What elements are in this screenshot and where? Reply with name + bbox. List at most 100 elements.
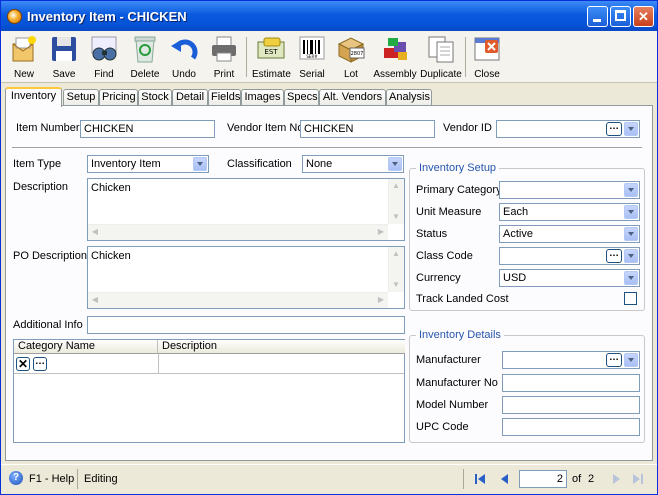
primary-category-combo[interactable] [499, 181, 640, 199]
status-combo[interactable]: Active [499, 225, 640, 243]
item-type-dropdown-icon[interactable] [193, 157, 207, 171]
estimate-icon: EST [256, 34, 286, 64]
table-row[interactable]: ✕ … [14, 354, 404, 374]
of-label: of [572, 473, 582, 485]
duplicate-icon [426, 34, 456, 64]
scroll-left-icon[interactable]: ◀ [88, 225, 102, 239]
new-icon [9, 34, 39, 64]
new-button[interactable]: New [7, 33, 41, 81]
manufacturer-no-input[interactable] [502, 374, 640, 392]
find-button[interactable]: Find [87, 33, 121, 81]
toolbar: New Save Find Delete Undo Print EST Esti… [1, 31, 657, 83]
vendor-item-no-label: Vendor Item No [227, 122, 304, 134]
currency-combo[interactable]: USD [499, 269, 640, 287]
scroll-down-icon[interactable]: ▼ [389, 278, 403, 292]
save-button[interactable]: Save [47, 33, 81, 81]
manufacturer-label: Manufacturer [416, 354, 481, 366]
last-page-icon[interactable] [631, 472, 645, 486]
class-code-dropdown-icon[interactable] [624, 249, 638, 263]
close-window-button[interactable]: ✕ [633, 6, 654, 27]
po-description-hscroll[interactable]: ◀ ▶ [88, 292, 388, 308]
classification-combo[interactable]: None [302, 155, 404, 173]
manufacturer-lookup-button[interactable]: … [606, 353, 622, 367]
class-code-lookup-button[interactable]: … [606, 249, 622, 263]
additional-info-input[interactable] [87, 316, 405, 334]
scroll-right-icon[interactable]: ▶ [374, 225, 388, 239]
currency-dropdown-icon[interactable] [624, 271, 638, 285]
first-page-icon[interactable] [473, 472, 487, 486]
recycle-bin-icon [130, 34, 160, 64]
item-number-input[interactable]: CHICKEN [80, 120, 215, 138]
tab-specs[interactable]: Specs [284, 89, 319, 106]
tab-fields[interactable]: Fields [208, 89, 241, 106]
unit-measure-dropdown-icon[interactable] [624, 205, 638, 219]
scroll-down-icon[interactable]: ▼ [389, 210, 403, 224]
description-textarea[interactable]: Chicken ▲ ▼ ◀ ▶ [87, 178, 405, 241]
status-label: Status [416, 228, 448, 240]
tab-detail[interactable]: Detail [172, 89, 208, 106]
estimate-button[interactable]: EST Estimate [252, 33, 291, 81]
class-code-combo[interactable]: … [499, 247, 640, 265]
description-hscroll[interactable]: ◀ ▶ [88, 224, 388, 240]
manufacturer-combo[interactable]: … [502, 351, 640, 369]
print-button[interactable]: Print [207, 33, 241, 81]
tab-stock[interactable]: Stock [138, 89, 172, 106]
close-button[interactable]: Close [470, 33, 504, 81]
app-window: Inventory Item - CHICKEN ✕ New Save Find… [0, 0, 658, 495]
class-code-label: Class Code [416, 250, 473, 262]
serial-button[interactable]: SER# Serial [295, 33, 329, 81]
help-hint[interactable]: F1 - Help [29, 473, 74, 485]
scroll-right-icon[interactable]: ▶ [374, 293, 388, 307]
primary-category-dropdown-icon[interactable] [624, 183, 638, 197]
manufacturer-dropdown-icon[interactable] [624, 353, 638, 367]
vendor-id-lookup-button[interactable]: … [606, 122, 622, 136]
help-icon[interactable]: ? [9, 471, 23, 485]
tab-analysis[interactable]: Analysis [386, 89, 432, 106]
tab-inventory[interactable]: Inventory [5, 87, 62, 107]
barcode-icon: SER# [297, 34, 327, 64]
lot-box-icon: 2807 [336, 34, 366, 64]
page-number-input[interactable]: 2 [519, 470, 567, 488]
vendor-id-combo[interactable]: … [496, 120, 640, 138]
tab-pricing[interactable]: Pricing [99, 89, 138, 106]
upc-code-label: UPC Code [416, 421, 469, 433]
assembly-button[interactable]: Assembly [373, 33, 417, 81]
scroll-left-icon[interactable]: ◀ [88, 293, 102, 307]
minimize-button[interactable] [587, 6, 608, 27]
category-lookup-button[interactable]: … [33, 357, 47, 371]
lot-button[interactable]: 2807 Lot [334, 33, 368, 81]
item-type-combo[interactable]: Inventory Item [87, 155, 209, 173]
description-vscroll[interactable]: ▲ ▼ [388, 179, 404, 224]
upc-code-input[interactable] [502, 418, 640, 436]
toolbar-separator [246, 37, 247, 77]
classification-dropdown-icon[interactable] [388, 157, 402, 171]
maximize-button[interactable] [610, 6, 631, 27]
description-column-header[interactable]: Description [158, 340, 405, 354]
undo-button[interactable]: Undo [167, 33, 201, 81]
po-description-vscroll[interactable]: ▲ ▼ [388, 247, 404, 292]
scroll-up-icon[interactable]: ▲ [389, 179, 403, 193]
duplicate-button[interactable]: Duplicate [420, 33, 462, 81]
vendor-id-dropdown-icon[interactable] [624, 122, 638, 136]
category-grid[interactable]: Category Name Description ✕ … [13, 339, 405, 443]
tab-alt-vendors[interactable]: Alt. Vendors [319, 89, 386, 106]
track-landed-cost-checkbox[interactable] [624, 292, 637, 305]
status-separator [463, 469, 464, 489]
unit-measure-combo[interactable]: Each [499, 203, 640, 221]
currency-label: Currency [416, 272, 461, 284]
svg-text:SER#: SER# [306, 54, 318, 59]
svg-text:2807: 2807 [351, 51, 364, 57]
previous-page-icon[interactable] [497, 472, 511, 486]
scroll-up-icon[interactable]: ▲ [389, 247, 403, 261]
next-page-icon[interactable] [610, 472, 624, 486]
delete-button[interactable]: Delete [128, 33, 162, 81]
po-description-textarea[interactable]: Chicken ▲ ▼ ◀ ▶ [87, 246, 405, 309]
remove-row-icon[interactable]: ✕ [16, 357, 30, 371]
vendor-item-no-input[interactable]: CHICKEN [300, 120, 435, 138]
status-dropdown-icon[interactable] [624, 227, 638, 241]
close-icon: ✕ [638, 9, 649, 24]
tab-setup[interactable]: Setup [63, 89, 99, 106]
category-name-column-header[interactable]: Category Name [14, 340, 158, 354]
tab-images[interactable]: Images [241, 89, 284, 106]
model-number-input[interactable] [502, 396, 640, 414]
